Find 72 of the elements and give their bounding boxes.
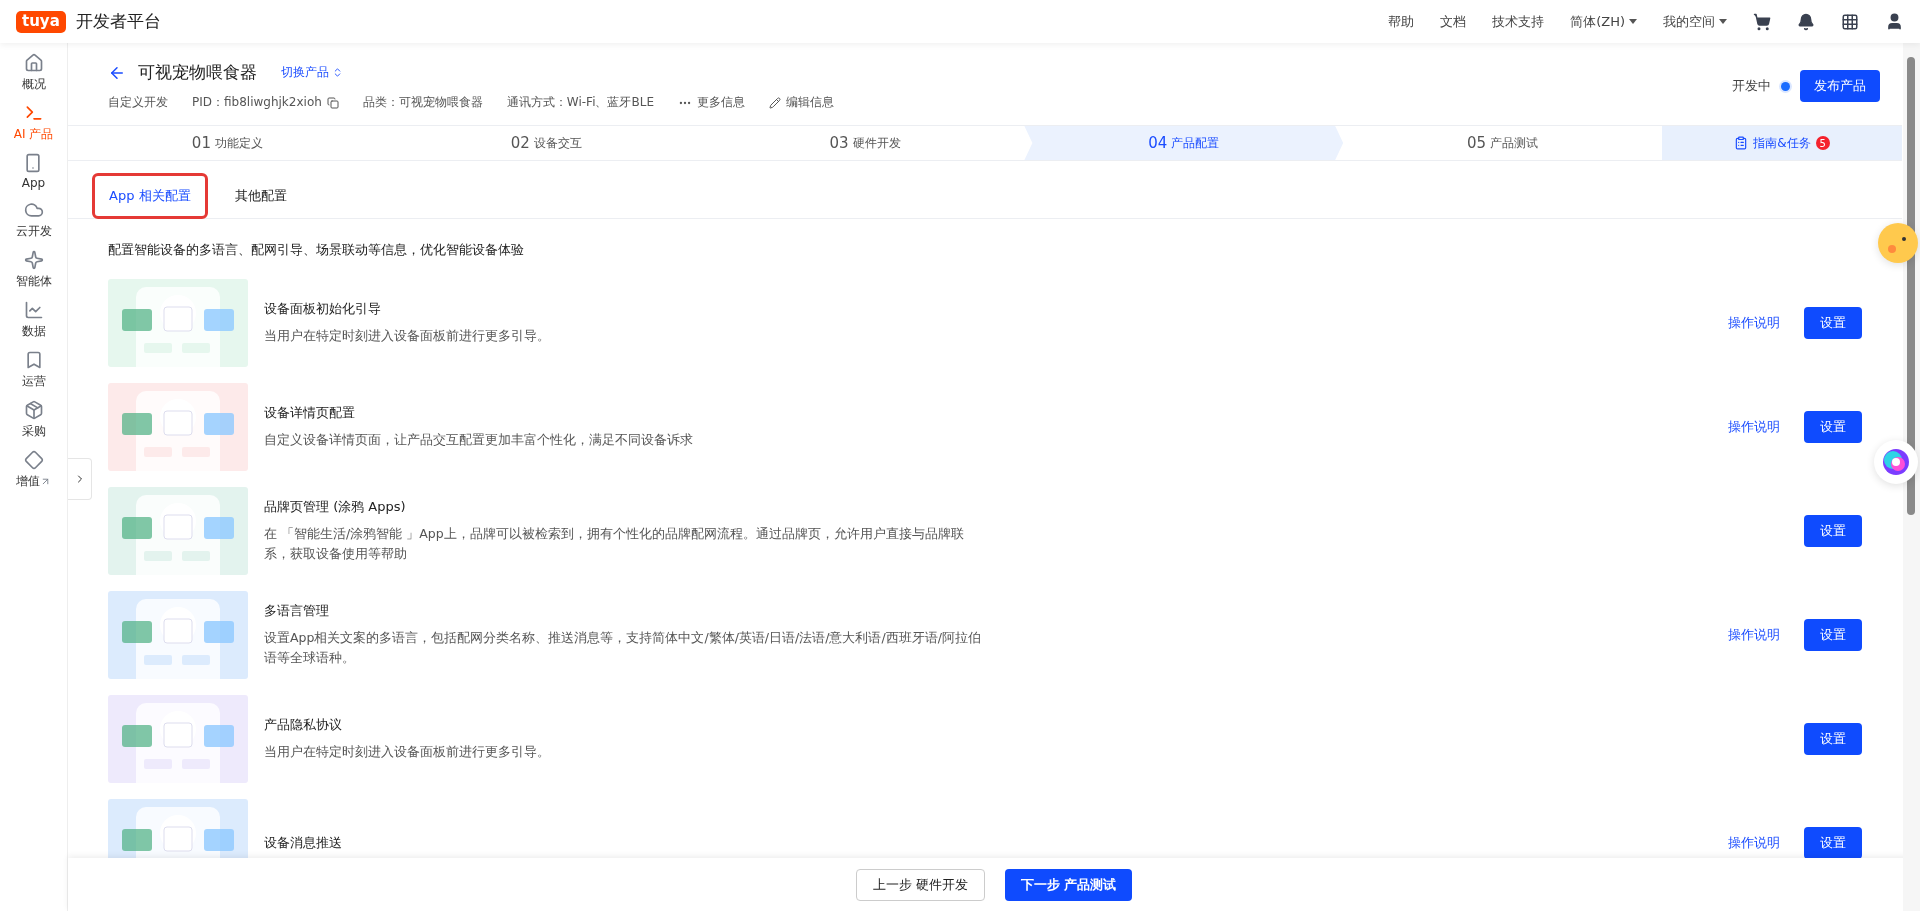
settings-button[interactable]: 设置 <box>1804 515 1862 547</box>
config-title: 品牌页管理 (涂鸦 Apps) <box>264 498 407 516</box>
settings-button[interactable]: 设置 <box>1804 827 1862 859</box>
switch-product-link[interactable]: 切换产品 <box>281 64 343 81</box>
sidebar-item[interactable]: 概况 <box>21 53 46 93</box>
diamond-icon <box>23 450 44 470</box>
scrollbar[interactable] <box>1903 43 1920 911</box>
config-title: 设备面板初始化引导 <box>264 300 382 318</box>
config-description: 设置App相关文案的多语言，包括配网分类名称、推送消息等，支持简体中文/繁体/英语/日语/法语/意大利语/西班牙语/阿拉伯语等全球语种。 <box>264 629 982 667</box>
settings-button[interactable]: 设置 <box>1804 307 1862 339</box>
settings-button[interactable]: 设置 <box>1804 619 1862 651</box>
product-meta: 自定义开发 <box>108 94 168 111</box>
box-icon <box>23 400 44 420</box>
sidebar-item[interactable]: 采购 <box>21 400 46 440</box>
swirl-icon <box>1881 447 1911 477</box>
previous-step-button[interactable]: 上一步 硬件开发 <box>855 868 985 901</box>
step-tab[interactable]: 04 产品配置 <box>1024 126 1344 160</box>
config-description: 当用户在特定时刻进入设备面板前进行更多引导。 <box>264 743 550 761</box>
chart-icon <box>23 300 44 320</box>
nav-link[interactable]: 帮助 <box>1388 12 1415 31</box>
instructions-link[interactable]: 操作说明 <box>1728 314 1780 332</box>
status-dot <box>1781 81 1790 91</box>
sidebar-item[interactable]: 增值 <box>16 450 51 490</box>
mascot-icon[interactable] <box>1878 223 1918 263</box>
nav-link[interactable]: 文档 <box>1440 12 1467 31</box>
cloud-icon <box>23 200 44 220</box>
platform-title: 开发者平台 <box>75 10 161 33</box>
nav-link[interactable]: 我的空间 <box>1663 12 1727 31</box>
user-icon[interactable] <box>1885 12 1904 31</box>
config-description: 自定义设备详情页面，让产品交互配置更加丰富个性化，满足不同设备诉求 <box>264 431 693 449</box>
apps-grid-icon[interactable] <box>1841 12 1859 31</box>
product-id: PID：fib8liwghjk2xioh <box>192 94 322 111</box>
cart-icon[interactable] <box>1753 12 1771 31</box>
config-title: 设备消息推送 <box>264 834 342 852</box>
copy-icon[interactable] <box>326 96 339 109</box>
instructions-link[interactable]: 操作说明 <box>1728 418 1780 436</box>
guide-tab[interactable]: 指南&任务 5 <box>1662 126 1902 160</box>
sidebar-item[interactable]: 云开发 <box>15 200 52 240</box>
status-label: 开发中 <box>1732 77 1771 95</box>
pencil-icon <box>769 96 781 109</box>
sort-arrows-icon <box>332 67 343 78</box>
more-info-link[interactable]: 更多信息 <box>697 94 745 111</box>
product-meta: 通讯方式：Wi-Fi、蓝牙BLE <box>506 94 654 111</box>
config-title: 产品隐私协议 <box>264 716 343 734</box>
sidebar-item[interactable]: App <box>21 153 46 190</box>
settings-button[interactable]: 设置 <box>1804 723 1862 755</box>
config-tab[interactable]: App 相关配置 <box>92 173 208 219</box>
nav-link[interactable]: 技术支持 <box>1492 12 1545 31</box>
config-tab[interactable]: 其他配置 <box>217 173 304 219</box>
sidebar-item[interactable]: AI 产品 <box>13 103 54 143</box>
config-title: 设备详情页配置 <box>264 404 356 422</box>
bell-icon[interactable] <box>1797 12 1815 31</box>
nav-link[interactable]: 简体(ZH) <box>1570 12 1637 31</box>
next-step-button[interactable]: 下一步 产品测试 <box>1004 868 1133 901</box>
sidebar-item[interactable]: 运营 <box>21 350 46 390</box>
edit-info-link[interactable]: 编辑信息 <box>786 94 834 111</box>
home-icon <box>23 53 44 73</box>
config-description: 在 「智能生活/涂鸦智能 」App上，品牌可以被检索到，拥有个性化的品牌配网流程。通过品牌页，允许用户直接与品牌联系，获取设备使用等帮助 <box>264 525 965 563</box>
intro-text: 配置智能设备的多语言、配网引导、场景联动等信息，优化智能设备体验 <box>108 241 524 259</box>
list-icon <box>1734 136 1749 150</box>
assistant-button[interactable] <box>1874 440 1918 484</box>
instructions-link[interactable]: 操作说明 <box>1728 626 1780 644</box>
config-title: 多语言管理 <box>264 602 330 620</box>
instructions-link[interactable]: 操作说明 <box>1728 834 1780 852</box>
settings-button[interactable]: 设置 <box>1804 411 1862 443</box>
sidebar-item[interactable]: 数据 <box>21 300 46 340</box>
sidebar-item[interactable]: 智能体 <box>15 250 52 290</box>
product-name: 可视宠物喂食器 <box>138 61 257 84</box>
sparkle-icon <box>23 250 44 270</box>
publish-button[interactable]: 发布产品 <box>1800 70 1880 102</box>
product-meta: 品类：可视宠物喂食器 <box>362 94 483 111</box>
config-description: 当用户在特定时刻进入设备面板前进行更多引导。 <box>264 327 550 345</box>
